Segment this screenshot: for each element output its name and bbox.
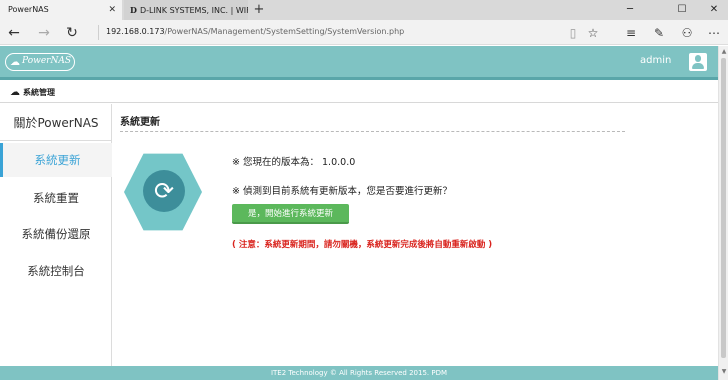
url-path: /PowerNAS/Management/SystemSetting/Syste… (164, 27, 405, 36)
sidebar-title[interactable]: 關於PowerNAS (0, 114, 112, 131)
url-field[interactable]: 192.168.0.173/PowerNAS/Management/System… (106, 25, 404, 39)
browser-tab-powernas[interactable]: PowerNAS ✕ (0, 0, 122, 20)
browser-tab-strip: PowerNAS ✕ D D-LINK SYSTEMS, INC. | WIF +… (0, 0, 728, 20)
user-avatar-icon[interactable] (689, 53, 707, 71)
address-separator (98, 25, 99, 40)
update-prompt: ※ 偵測到目前系統有更新版本，您是否要進行更新？ (232, 186, 452, 197)
update-illustration: ⟳ (124, 152, 202, 232)
scrollbar-thumb[interactable] (721, 58, 726, 358)
breadcrumb: ☁ 系統管理 (0, 83, 718, 103)
footer: ITE2 Technology © All Rights Reserved 20… (0, 366, 718, 380)
logo-text: PowerNAS (22, 56, 71, 66)
close-window-icon[interactable]: ✕ (700, 0, 728, 20)
tab-title: D-LINK SYSTEMS, INC. | WIF (139, 6, 248, 15)
scroll-down-icon[interactable]: ▼ (719, 368, 728, 375)
sidebar-item-backup-restore[interactable]: 系統備份還原 (0, 217, 112, 251)
browser-tab-dlink[interactable]: D D-LINK SYSTEMS, INC. | WIF (124, 0, 248, 20)
sidebar-divider (0, 140, 112, 141)
current-version-line: ※ 您現在的版本為： 1.0.0.0 (232, 154, 355, 168)
hub-icon[interactable]: ≡ (622, 23, 640, 43)
user-name[interactable]: admin (640, 55, 671, 66)
minimize-icon[interactable]: ─ (616, 0, 644, 20)
reading-view-icon[interactable]: ▯ (564, 23, 582, 43)
url-host: 192.168.0.173 (106, 27, 165, 36)
sidebar: 關於PowerNAS 系統更新 系統重置 系統備份還原 系統控制台 (0, 104, 112, 366)
tab-title: PowerNAS (8, 5, 49, 14)
sidebar-item-system-update[interactable]: 系統更新 (0, 143, 112, 177)
page-scrollbar[interactable]: ▲ ▼ (718, 46, 728, 380)
app-header: ☁ PowerNAS admin (0, 46, 718, 80)
current-version-label: ※ 您現在的版本為： (232, 157, 319, 168)
scroll-up-icon[interactable]: ▲ (719, 48, 728, 55)
sync-icon: ⟳ (153, 177, 175, 205)
maximize-icon[interactable]: ☐ (668, 0, 696, 20)
section-divider (120, 131, 625, 132)
current-version-value: 1.0.0.0 (322, 157, 356, 168)
browser-address-bar: ← → ↻ 192.168.0.173/PowerNAS/Management/… (0, 20, 728, 45)
start-update-button[interactable]: 是，開始進行系統更新 (232, 204, 349, 224)
dlink-favicon-icon: D (130, 5, 137, 15)
forward-icon[interactable]: → (34, 23, 54, 43)
breadcrumb-label: 系統管理 (23, 88, 55, 97)
sidebar-item-system-console[interactable]: 系統控制台 (0, 254, 112, 288)
sync-circle: ⟳ (143, 170, 185, 212)
more-icon[interactable]: ⋯ (705, 23, 723, 43)
update-warning-notice: ( 注意：系統更新期間，請勿關機，系統更新完成後將自動重新啟動 ) (232, 240, 493, 250)
powernas-logo[interactable]: ☁ PowerNAS (5, 53, 75, 71)
favorite-star-icon[interactable]: ☆ (584, 23, 602, 43)
logo-mark-icon: ☁ (10, 57, 20, 68)
refresh-icon[interactable]: ↻ (62, 23, 82, 43)
section-title: 系統更新 (120, 117, 160, 128)
close-tab-icon[interactable]: ✕ (108, 0, 116, 20)
share-icon[interactable]: ⚇ (678, 23, 696, 43)
new-tab-icon[interactable]: + (252, 0, 266, 20)
cloud-icon: ☁ (10, 87, 20, 98)
back-icon[interactable]: ← (4, 23, 24, 43)
sidebar-item-system-reset[interactable]: 系統重置 (0, 181, 112, 215)
web-note-icon[interactable]: ✎ (650, 23, 668, 43)
